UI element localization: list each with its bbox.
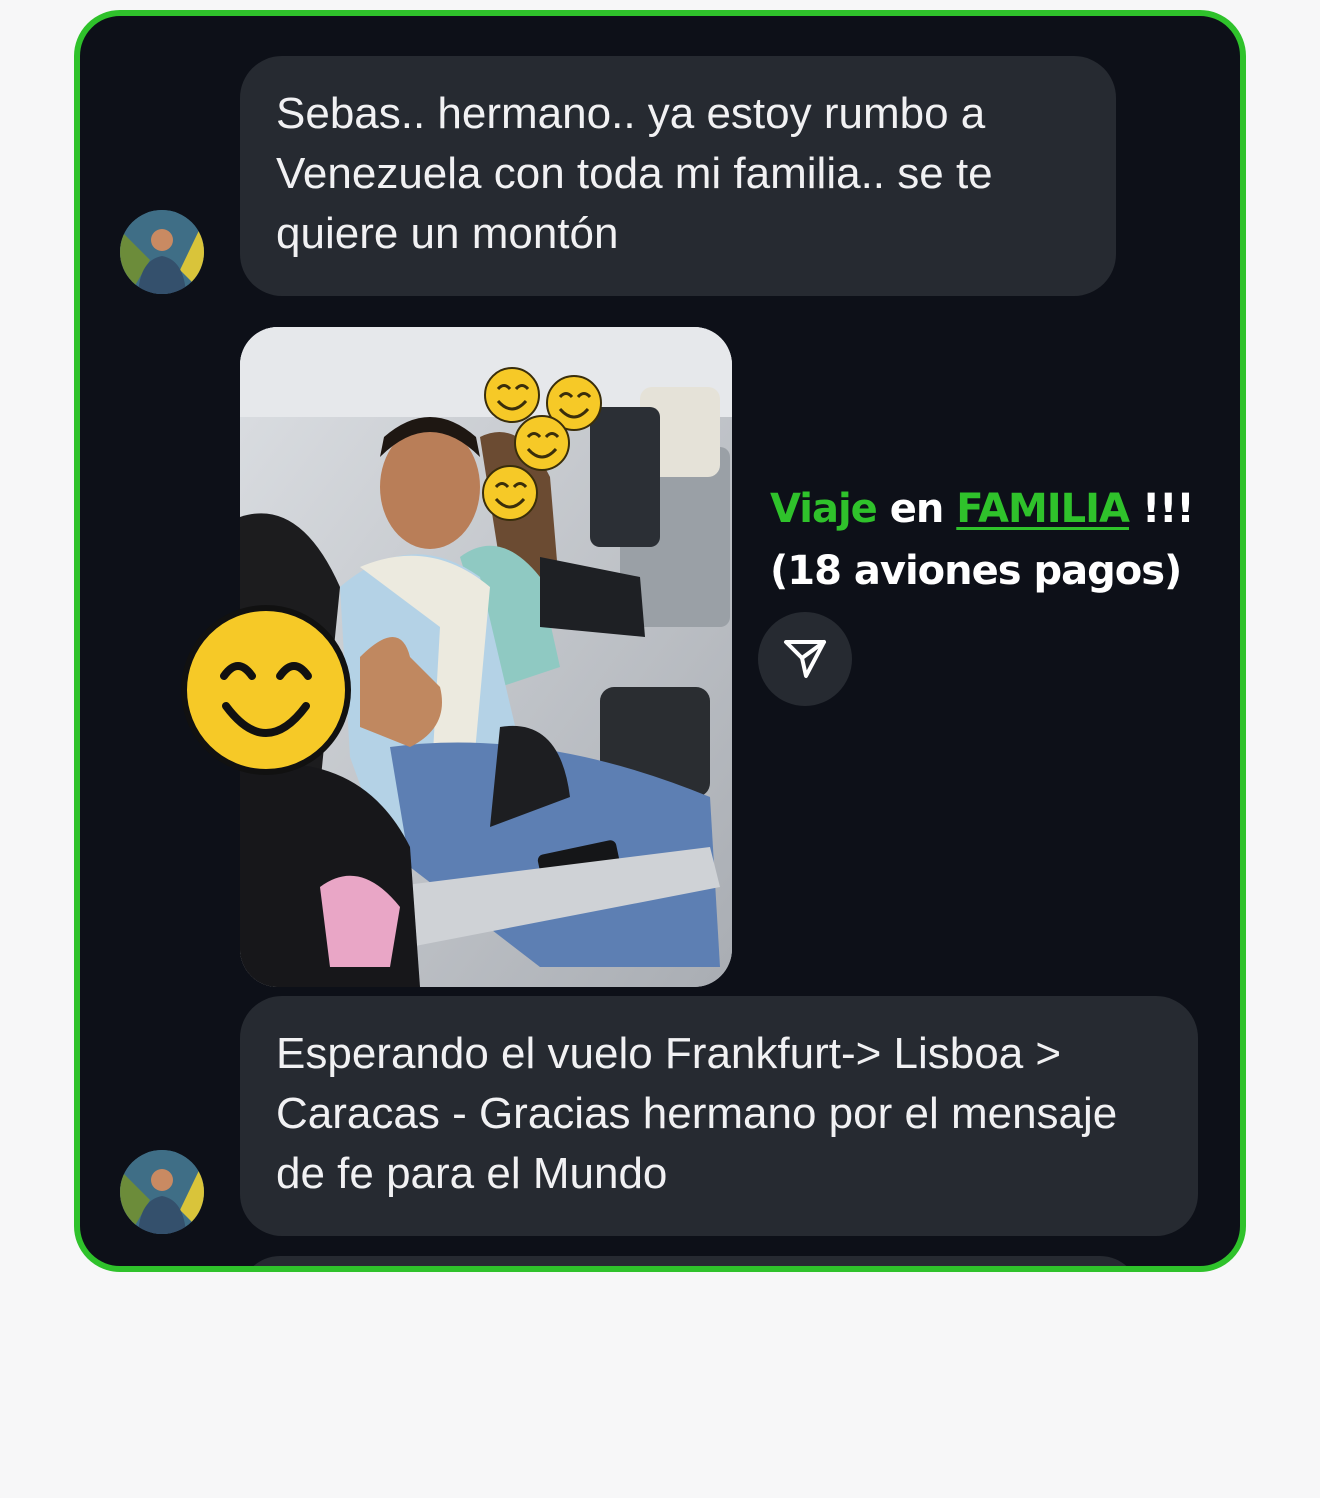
- paper-plane-icon: [784, 640, 826, 678]
- photo-caption: Viaje en FAMILIA !!! (18 aviones pagos): [770, 478, 1230, 602]
- sender-avatar[interactable]: [120, 210, 204, 294]
- smiling-face-emoji-icon: [180, 604, 352, 776]
- caption-line-1: Viaje en FAMILIA !!!: [770, 478, 1230, 540]
- message-2-highlight: Gracias hermano: [478, 1089, 817, 1138]
- caption-word-familia: FAMILIA: [956, 486, 1130, 532]
- caption-word-viaje: Viaje: [770, 486, 878, 532]
- caption-exclaim: !!!: [1141, 486, 1195, 532]
- message-bubble-1[interactable]: Sebas.. hermano.. ya estoy rumbo a Venez…: [240, 56, 1116, 296]
- message-bubble-2[interactable]: Esperando el vuelo Frankfurt-> Lisboa > …: [240, 996, 1198, 1236]
- message-1-text-start: Sebas.. hermano.. ya estoy rumbo a: [276, 89, 986, 138]
- caption-line-2: (18 aviones pagos): [770, 548, 1182, 594]
- share-button[interactable]: [758, 612, 852, 706]
- avatar-image: [120, 210, 204, 294]
- blur-emoji: [484, 367, 540, 423]
- next-message-bubble: [240, 1256, 1140, 1266]
- sender-avatar[interactable]: [120, 1150, 204, 1234]
- chat-window: Sebas.. hermano.. ya estoy rumbo a Venez…: [74, 10, 1246, 1272]
- avatar-image: [120, 1150, 204, 1234]
- message-1-highlight: Venezuela con toda mi familia: [276, 149, 861, 198]
- caption-word-en: en: [889, 486, 945, 532]
